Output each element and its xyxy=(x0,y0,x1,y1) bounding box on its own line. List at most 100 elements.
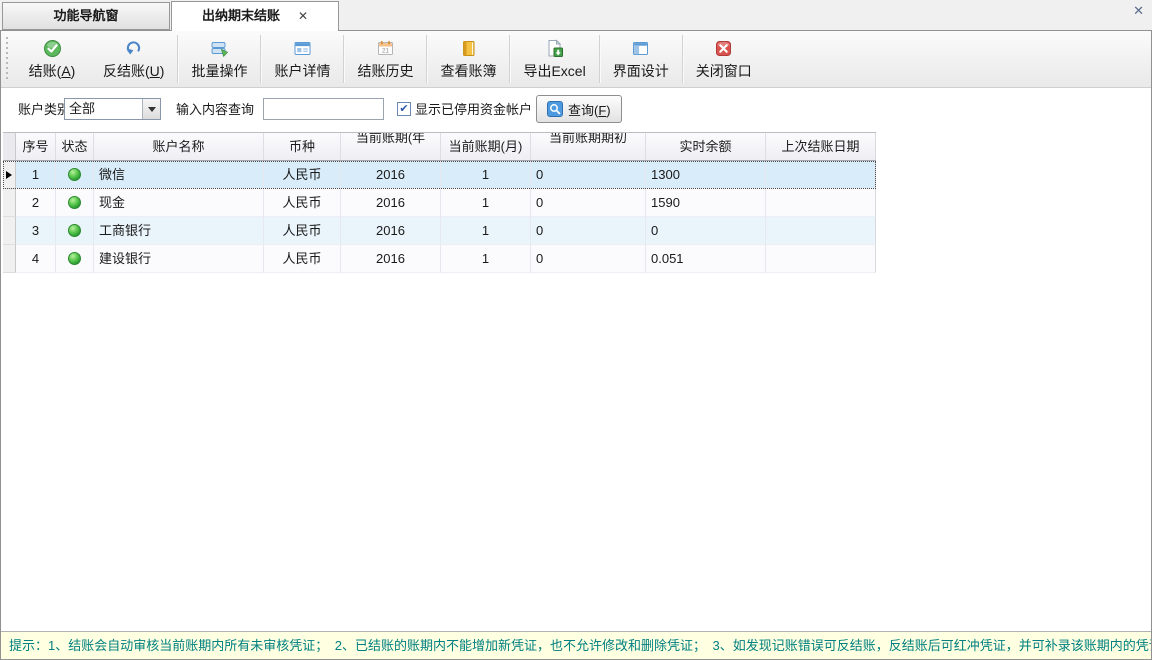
ui-design-icon xyxy=(631,37,650,59)
close-window-icon xyxy=(714,37,733,59)
account-details-button[interactable]: 账户详情 xyxy=(262,31,342,87)
cell-seq: 4 xyxy=(16,245,56,273)
table-row[interactable]: 4 建设银行 人民币 2016 1 0 0.051 xyxy=(3,245,876,273)
col-header-currency[interactable]: 币种 xyxy=(264,133,341,160)
button-label: 账户详情 xyxy=(274,61,330,81)
query-button[interactable]: 查询(F) xyxy=(536,95,622,123)
table-row[interactable]: 1 微信 人民币 2016 1 0 1300 xyxy=(3,161,876,189)
filter-bar: 账户类别 全部 输入内容查询 ✔ 显示已停用资金帐户 查询(F) xyxy=(1,89,1151,130)
toolbar-separator xyxy=(177,35,178,83)
col-header-last-close-date[interactable]: 上次结账日期 xyxy=(766,133,876,160)
account-category-label: 账户类别 xyxy=(18,99,70,121)
col-header-period-year[interactable]: 当前账期(年 xyxy=(341,133,441,160)
accounts-table: 序号 状态 账户名称 币种 当前账期(年 当前账期(月) 当前账期期初 实时余额… xyxy=(3,132,876,273)
tab-label: 功能导航窗 xyxy=(53,8,118,23)
cell-opening: 0 xyxy=(531,189,646,217)
button-label: 批量操作 xyxy=(191,61,247,81)
row-gutter-cell xyxy=(3,245,16,273)
cell-account-name: 工商银行 xyxy=(94,217,264,245)
cell-last-close xyxy=(766,245,876,273)
col-header-status[interactable]: 状态 xyxy=(56,133,94,160)
status-active-icon xyxy=(68,196,81,209)
app-window: 功能导航窗 出纳期末结账 ✕ ✕ 结账(A) 反结账(U) xyxy=(0,0,1152,660)
cell-month: 1 xyxy=(441,161,531,189)
cell-balance: 1590 xyxy=(646,189,766,217)
cell-account-name: 微信 xyxy=(94,161,264,189)
view-ledger-button[interactable]: 查看账簿 xyxy=(428,31,508,87)
close-window-button[interactable]: 关闭窗口 xyxy=(684,31,764,87)
search-input[interactable] xyxy=(263,98,384,120)
reverse-close-button[interactable]: 反结账(U) xyxy=(91,31,176,87)
close-accounts-button[interactable]: 结账(A) xyxy=(13,31,91,87)
cell-status xyxy=(56,189,94,217)
cell-status xyxy=(56,161,94,189)
query-button-label: 查询(F) xyxy=(568,100,611,119)
show-disabled-accounts-checkbox[interactable]: ✔ xyxy=(397,102,411,116)
chevron-down-icon xyxy=(148,107,156,112)
cell-month: 1 xyxy=(441,217,531,245)
status-active-icon xyxy=(68,168,81,181)
dropdown-button[interactable] xyxy=(142,99,160,119)
toolbar-separator xyxy=(260,35,261,83)
cell-balance: 1300 xyxy=(646,161,766,189)
account-panel-icon xyxy=(293,37,312,59)
search-label: 输入内容查询 xyxy=(176,99,254,121)
header-gutter-cell xyxy=(3,133,16,160)
window-close-icon[interactable]: ✕ xyxy=(1133,3,1144,19)
tab-function-navigation[interactable]: 功能导航窗 xyxy=(2,2,170,30)
cell-year: 2016 xyxy=(341,245,441,273)
table-row[interactable]: 3 工商银行 人民币 2016 1 0 0 xyxy=(3,217,876,245)
svg-text:21: 21 xyxy=(382,47,389,54)
cell-seq: 1 xyxy=(16,161,56,189)
cell-status xyxy=(56,245,94,273)
cell-year: 2016 xyxy=(341,217,441,245)
table-row[interactable]: 2 现金 人民币 2016 1 0 1590 xyxy=(3,189,876,217)
col-header-seq[interactable]: 序号 xyxy=(16,133,56,160)
table-header-row: 序号 状态 账户名称 币种 当前账期(年 当前账期(月) 当前账期期初 实时余额… xyxy=(3,132,876,161)
button-label: 导出Excel xyxy=(523,61,585,81)
cell-account-name: 建设银行 xyxy=(94,245,264,273)
cell-last-close xyxy=(766,161,876,189)
tab-label: 出纳期末结账 xyxy=(202,8,280,23)
closing-history-button[interactable]: 21 结账历史 xyxy=(345,31,425,87)
cell-opening: 0 xyxy=(531,161,646,189)
account-category-select[interactable]: 全部 xyxy=(64,98,161,120)
status-active-icon xyxy=(68,224,81,237)
cell-seq: 2 xyxy=(16,189,56,217)
cell-opening: 0 xyxy=(531,217,646,245)
search-icon xyxy=(547,101,563,117)
tab-strip: 功能导航窗 出纳期末结账 ✕ ✕ xyxy=(0,0,1152,30)
button-label: 关闭窗口 xyxy=(696,61,752,81)
tab-close-icon[interactable]: ✕ xyxy=(298,2,308,30)
cell-currency: 人民币 xyxy=(264,217,341,245)
selected-category-value: 全部 xyxy=(65,99,142,119)
export-excel-icon xyxy=(545,37,564,59)
cell-account-name: 现金 xyxy=(94,189,264,217)
col-header-period-month[interactable]: 当前账期(月) xyxy=(441,133,531,160)
col-header-period-opening[interactable]: 当前账期期初 xyxy=(531,133,646,160)
toolbar-separator xyxy=(599,35,600,83)
cell-balance: 0 xyxy=(646,217,766,245)
ui-design-button[interactable]: 界面设计 xyxy=(601,31,681,87)
tab-cashier-period-close[interactable]: 出纳期末结账 ✕ xyxy=(171,1,339,31)
row-gutter-cell xyxy=(3,217,16,245)
cell-currency: 人民币 xyxy=(264,161,341,189)
cell-status xyxy=(56,217,94,245)
export-excel-button[interactable]: 导出Excel xyxy=(511,31,597,87)
row-gutter-cell xyxy=(3,189,16,217)
button-label: 结账(A) xyxy=(29,61,76,81)
col-header-balance[interactable]: 实时余额 xyxy=(646,133,766,160)
batch-layers-icon xyxy=(210,37,229,59)
toolbar-grip-handle[interactable] xyxy=(4,37,11,81)
toolbar-separator xyxy=(682,35,683,83)
toolbar-separator xyxy=(343,35,344,83)
col-header-account-name[interactable]: 账户名称 xyxy=(94,133,264,160)
cell-opening: 0 xyxy=(531,245,646,273)
batch-operations-button[interactable]: 批量操作 xyxy=(179,31,259,87)
button-label: 反结账(U) xyxy=(103,61,164,81)
checkbox-check-icon: ✔ xyxy=(399,103,408,115)
cell-currency: 人民币 xyxy=(264,189,341,217)
main-panel: 结账(A) 反结账(U) 批量操作 账户详情 xyxy=(0,30,1152,660)
selected-row-arrow-icon xyxy=(6,171,12,179)
cell-currency: 人民币 xyxy=(264,245,341,273)
